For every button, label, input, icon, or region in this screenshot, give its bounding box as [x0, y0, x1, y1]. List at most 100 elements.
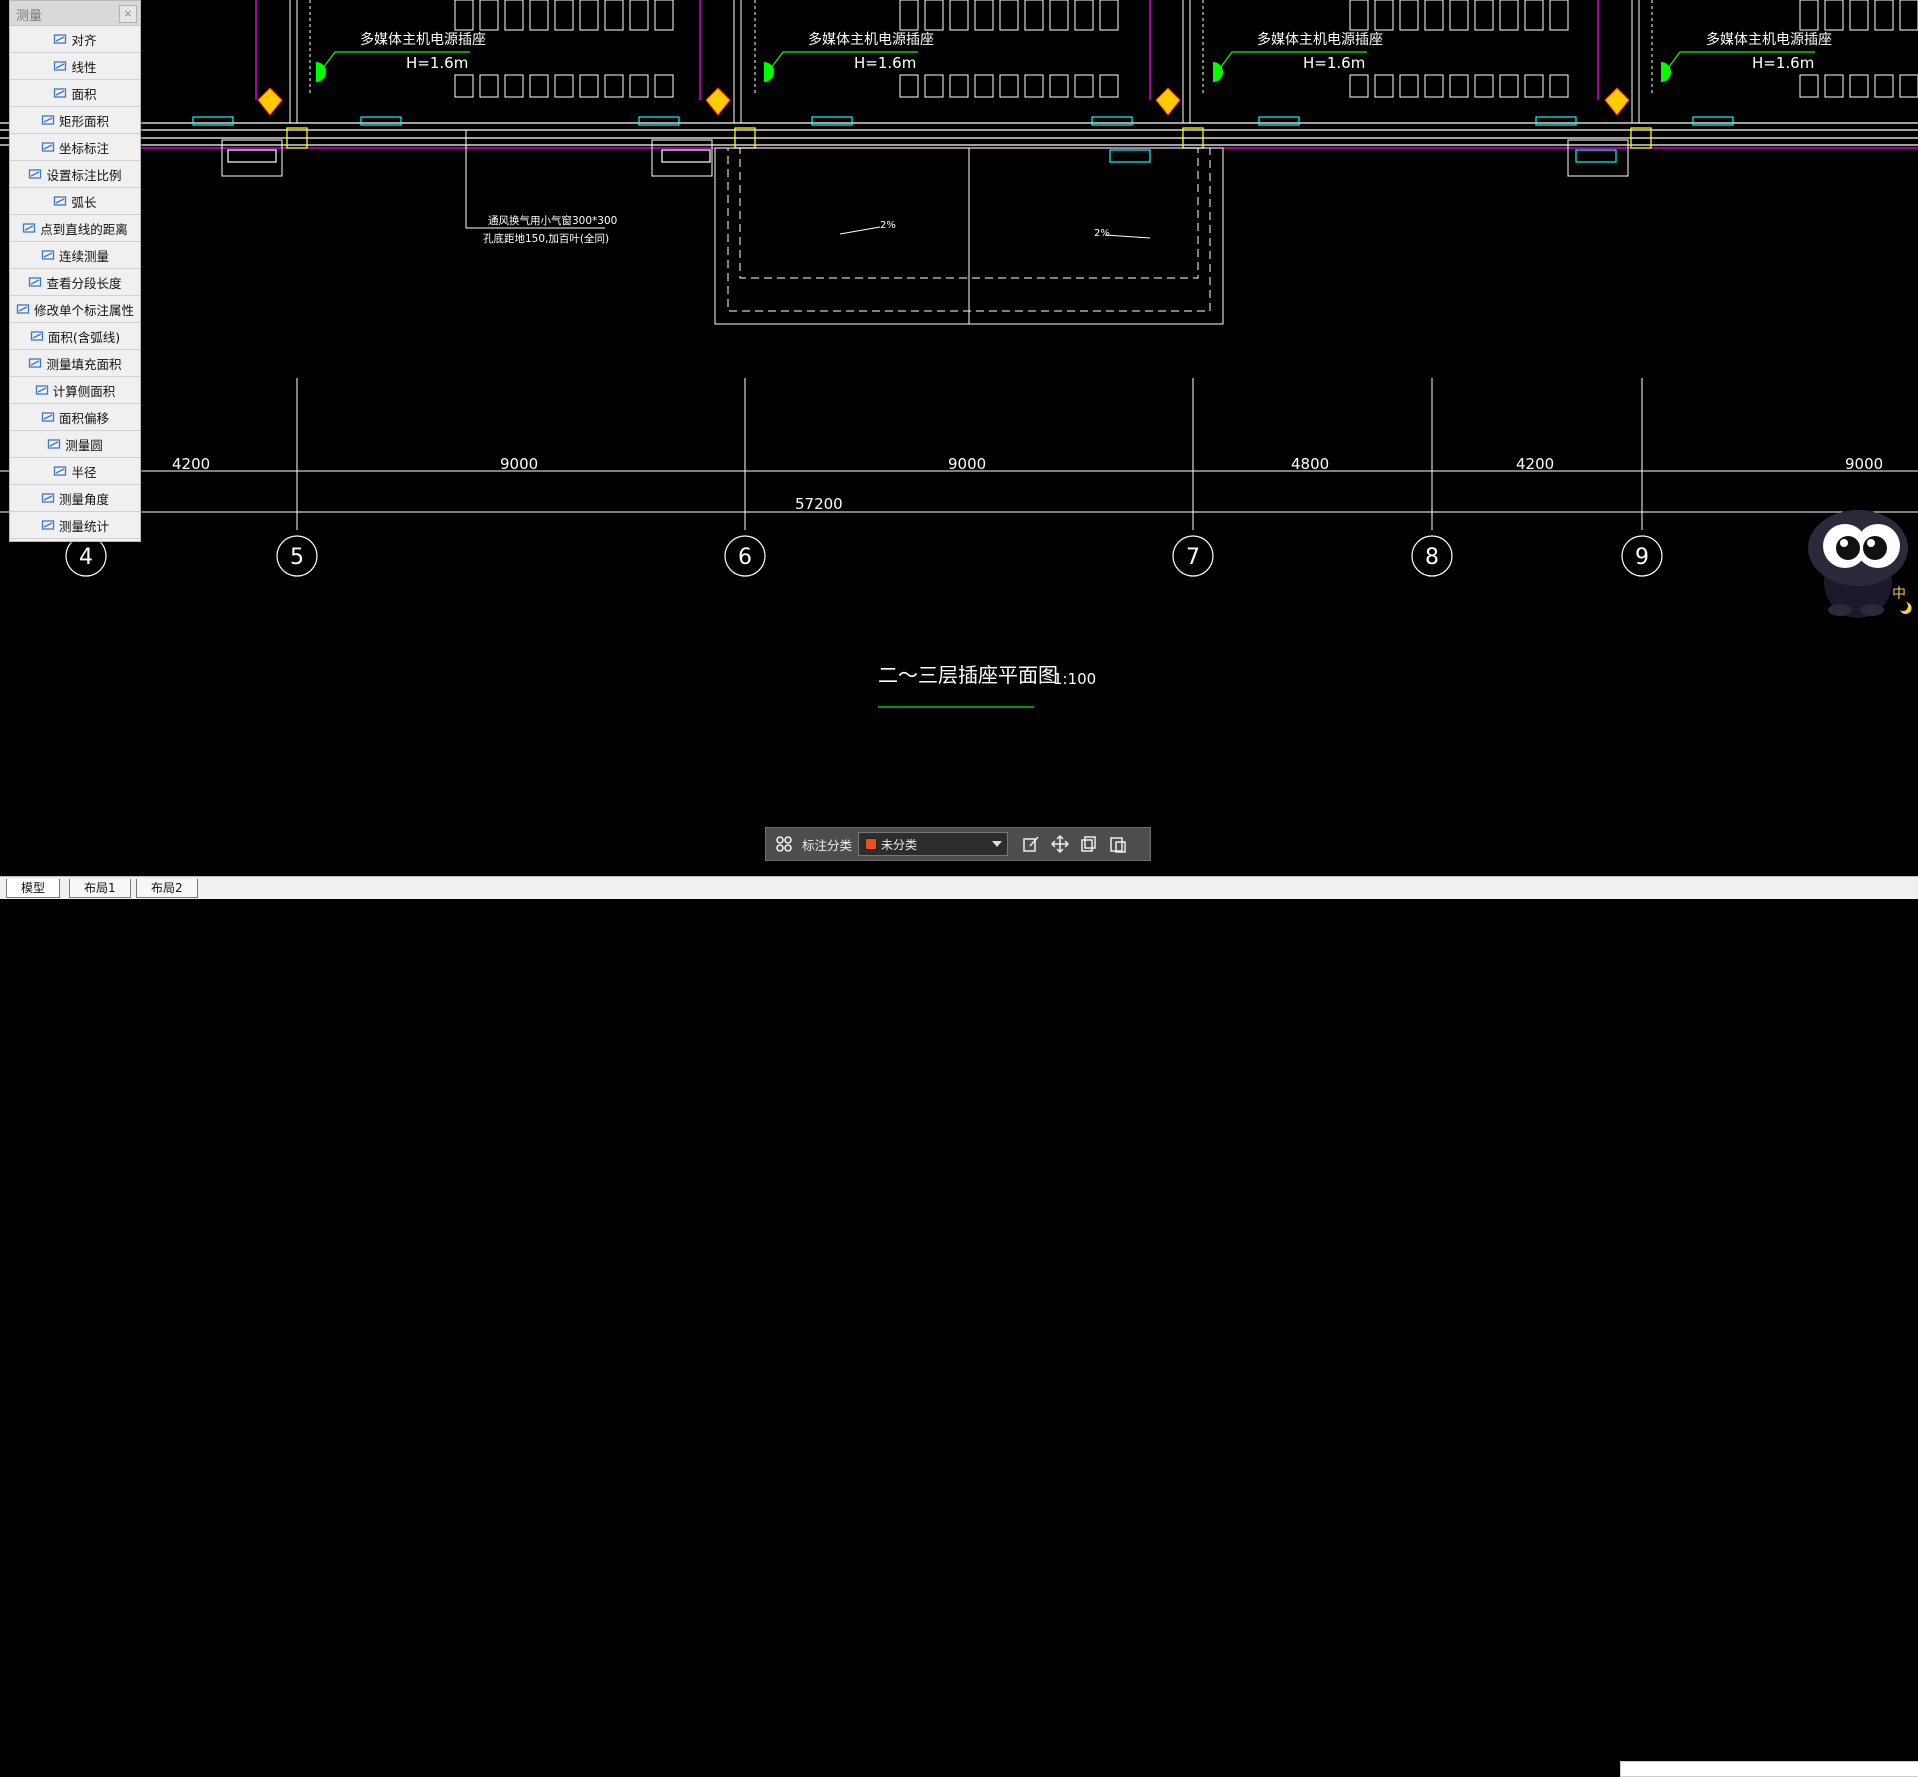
- measure-tool-item[interactable]: 面积: [10, 80, 140, 107]
- height-label: H=1.6m: [854, 54, 916, 72]
- dimension-text: 4200: [172, 455, 210, 473]
- area-icon: [53, 87, 67, 99]
- entrance-area: [714, 147, 1224, 325]
- slope-label: 2%: [880, 220, 896, 231]
- category-value: 未分类: [881, 837, 918, 852]
- close-icon[interactable]: ×: [119, 5, 137, 23]
- measure-tool-item[interactable]: 线性: [10, 53, 140, 80]
- edit-icon[interactable]: [1020, 833, 1042, 855]
- socket-label: 多媒体主机电源插座: [1706, 31, 1832, 48]
- scale-icon: [28, 168, 42, 180]
- wall-lines: [0, 122, 1918, 146]
- point-line-icon: [22, 222, 36, 234]
- copy-icon[interactable]: [1078, 833, 1100, 855]
- move-icon[interactable]: [1049, 833, 1071, 855]
- category-color-swatch: [865, 838, 878, 850]
- arc-length-icon: [53, 195, 67, 207]
- measure-tool-item[interactable]: 点到直线的距离: [10, 215, 140, 242]
- measure-tool-item[interactable]: 计算侧面积: [10, 377, 140, 404]
- radius-icon: [53, 465, 67, 477]
- socket-label: 多媒体主机电源插座: [1257, 31, 1383, 48]
- chevron-down-icon: [992, 841, 1003, 847]
- measure-tool-label: 半径: [71, 464, 97, 480]
- vent-note: 通风换气用小气窗300*300 孔底距地150,加百叶(全同): [465, 130, 617, 245]
- measure-tool-item[interactable]: 弧长: [10, 188, 140, 215]
- measure-tool-item[interactable]: 对齐: [10, 26, 140, 53]
- drawing-title: 二～三层插座平面图: [878, 663, 1058, 687]
- measure-tool-label: 面积偏移: [58, 410, 109, 426]
- dimension-text: 9000: [948, 455, 986, 473]
- magenta-wires: [120, 0, 1918, 149]
- height-label: H=1.6m: [1303, 54, 1365, 72]
- tab-layout-1[interactable]: 布局1: [69, 879, 131, 898]
- measure-tool-item[interactable]: 测量填充面积: [10, 350, 140, 377]
- measure-tool-item[interactable]: 测量角度: [10, 485, 140, 512]
- measure-tool-item[interactable]: 半径: [10, 458, 140, 485]
- measure-panel: 测量 × 对齐线性面积矩形面积坐标标注设置标注比例弧长 点到直线的距离连续测量查看…: [9, 0, 141, 542]
- socket-label: 多媒体主机电源插座: [808, 31, 934, 48]
- cyan-windows: [192, 116, 1734, 163]
- measure-tool-item[interactable]: 连续测量: [10, 242, 140, 269]
- measure-tool-item[interactable]: 修改单个标注属性: [10, 296, 140, 323]
- measure-tool-label: 设置标注比例: [46, 167, 122, 183]
- measure-tool-item[interactable]: 查看分段长度: [10, 269, 140, 296]
- measure-tool-label: 计算侧面积: [52, 383, 116, 399]
- measure-tool-item[interactable]: 坐标标注: [10, 134, 140, 161]
- dimension-text: 9000: [1845, 455, 1883, 473]
- desk-grid: [454, 0, 1918, 98]
- measure-tool-item[interactable]: 设置标注比例: [10, 161, 140, 188]
- angle-icon: [41, 492, 55, 504]
- measure-tool-label: 修改单个标注属性: [33, 302, 134, 318]
- layout-tab-bar: 模型 布局1 布局2: [0, 876, 1918, 1777]
- axis-label: 6: [738, 545, 752, 570]
- cad-drawing-canvas[interactable]: 多媒体主机电源插座 H=1.6m 多媒体主机电源插座 H=1.6m 多媒体主机电…: [0, 0, 1918, 898]
- measure-panel-title: 测量: [16, 9, 43, 24]
- axis-label: 7: [1186, 545, 1200, 570]
- slope-label: 2%: [1094, 228, 1110, 239]
- side-area-icon: [35, 384, 49, 396]
- dimension-text: 4200: [1516, 455, 1554, 473]
- segment-length-icon: [28, 276, 42, 288]
- slope-labels: 2% 2%: [880, 220, 1110, 239]
- measure-tool-item[interactable]: 测量统计: [10, 512, 140, 539]
- annotation-toolbar: 标注分类 未分类: [765, 827, 1151, 861]
- measure-tool-label: 连续测量: [58, 248, 109, 264]
- measure-tool-label: 测量统计: [58, 518, 109, 534]
- measure-tool-label: 测量角度: [58, 491, 109, 507]
- tab-model[interactable]: 模型: [6, 879, 61, 898]
- edit-annotation-icon: [16, 303, 30, 315]
- measure-tool-item[interactable]: 测量圆: [10, 431, 140, 458]
- measure-panel-header: 测量 ×: [10, 1, 140, 26]
- mascot-assistant[interactable]: 中: [1790, 500, 1918, 630]
- axis-label: 9: [1635, 545, 1649, 570]
- measure-tool-list: 对齐线性面积矩形面积坐标标注设置标注比例弧长 点到直线的距离连续测量查看分段长度修…: [10, 26, 140, 539]
- area-offset-icon: [41, 411, 55, 423]
- drawing-title-block: 二～三层插座平面图 1:100: [878, 663, 1096, 708]
- measure-tool-item[interactable]: 矩形面积: [10, 107, 140, 134]
- axis-label: 5: [290, 545, 304, 570]
- axis-label: 4: [79, 545, 93, 570]
- align-icon: [53, 33, 67, 45]
- dimension-texts: 4200 9000 9000 4800 4200 9000 57200: [172, 455, 1883, 513]
- axis-label: 8: [1425, 545, 1439, 570]
- measure-tool-label: 矩形面积: [58, 113, 109, 129]
- measure-tool-item[interactable]: 面积(含弧线): [10, 323, 140, 350]
- measure-tool-label: 线性: [71, 59, 97, 75]
- axis-bubbles: 4 5 6 7 8 9: [65, 535, 1663, 577]
- grid-icon[interactable]: [773, 833, 795, 855]
- height-label: H=1.6m: [406, 54, 468, 72]
- socket-symbols: [316, 51, 1815, 82]
- tab-layout-2[interactable]: 布局2: [136, 879, 198, 898]
- measure-tool-item[interactable]: 面积偏移: [10, 404, 140, 431]
- socket-labels: 多媒体主机电源插座 H=1.6m 多媒体主机电源插座 H=1.6m 多媒体主机电…: [360, 31, 1832, 72]
- measure-tool-label: 测量圆: [65, 437, 103, 453]
- socket-label: 多媒体主机电源插座: [360, 31, 486, 48]
- vent-note-line2: 孔底距地150,加百叶(全同): [483, 232, 609, 245]
- measure-tool-label: 坐标标注: [58, 140, 109, 156]
- measure-tool-label: 测量填充面积: [46, 356, 122, 372]
- annotation-category-select[interactable]: 未分类: [858, 832, 1009, 856]
- dimension-text: 4800: [1291, 455, 1329, 473]
- measure-tool-label: 查看分段长度: [46, 275, 122, 291]
- measure-tool-label: 面积: [71, 86, 97, 102]
- paste-icon[interactable]: [1107, 833, 1129, 855]
